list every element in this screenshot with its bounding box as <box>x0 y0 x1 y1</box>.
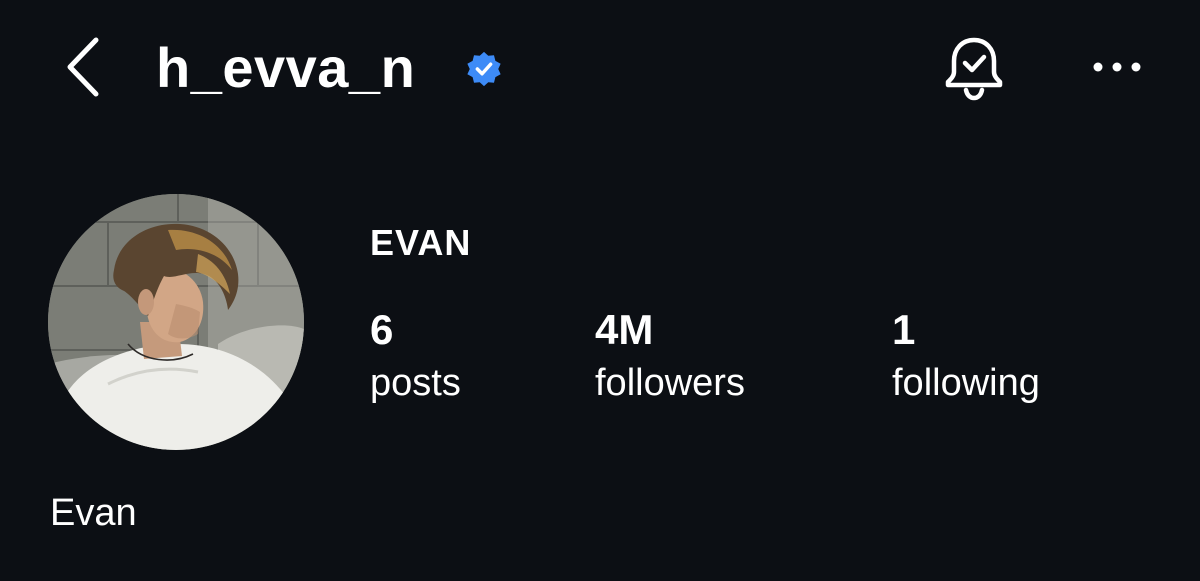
more-options-button[interactable] <box>1088 50 1150 84</box>
profile-photo <box>48 194 304 450</box>
profile-avatar[interactable] <box>48 194 304 450</box>
back-button[interactable] <box>58 34 108 100</box>
following-count: 1 <box>892 306 916 353</box>
followers-label: followers <box>595 362 745 404</box>
profile-display-name: EVAN <box>370 222 472 263</box>
more-horizontal-icon <box>1093 62 1141 72</box>
notifications-button[interactable] <box>938 32 1010 104</box>
bell-check-icon <box>945 37 1003 101</box>
stat-followers[interactable]: 4M followers <box>595 306 745 408</box>
verified-badge-icon <box>465 50 503 88</box>
profile-username: h_evva_n <box>156 36 416 99</box>
bio-name: Evan <box>50 492 137 534</box>
posts-count: 6 <box>370 306 394 353</box>
stat-posts[interactable]: 6 posts <box>370 306 461 408</box>
chevron-left-icon <box>67 37 99 97</box>
following-label: following <box>892 362 1040 404</box>
stat-following[interactable]: 1 following <box>892 306 1040 408</box>
followers-count: 4M <box>595 306 654 353</box>
posts-label: posts <box>370 362 461 404</box>
